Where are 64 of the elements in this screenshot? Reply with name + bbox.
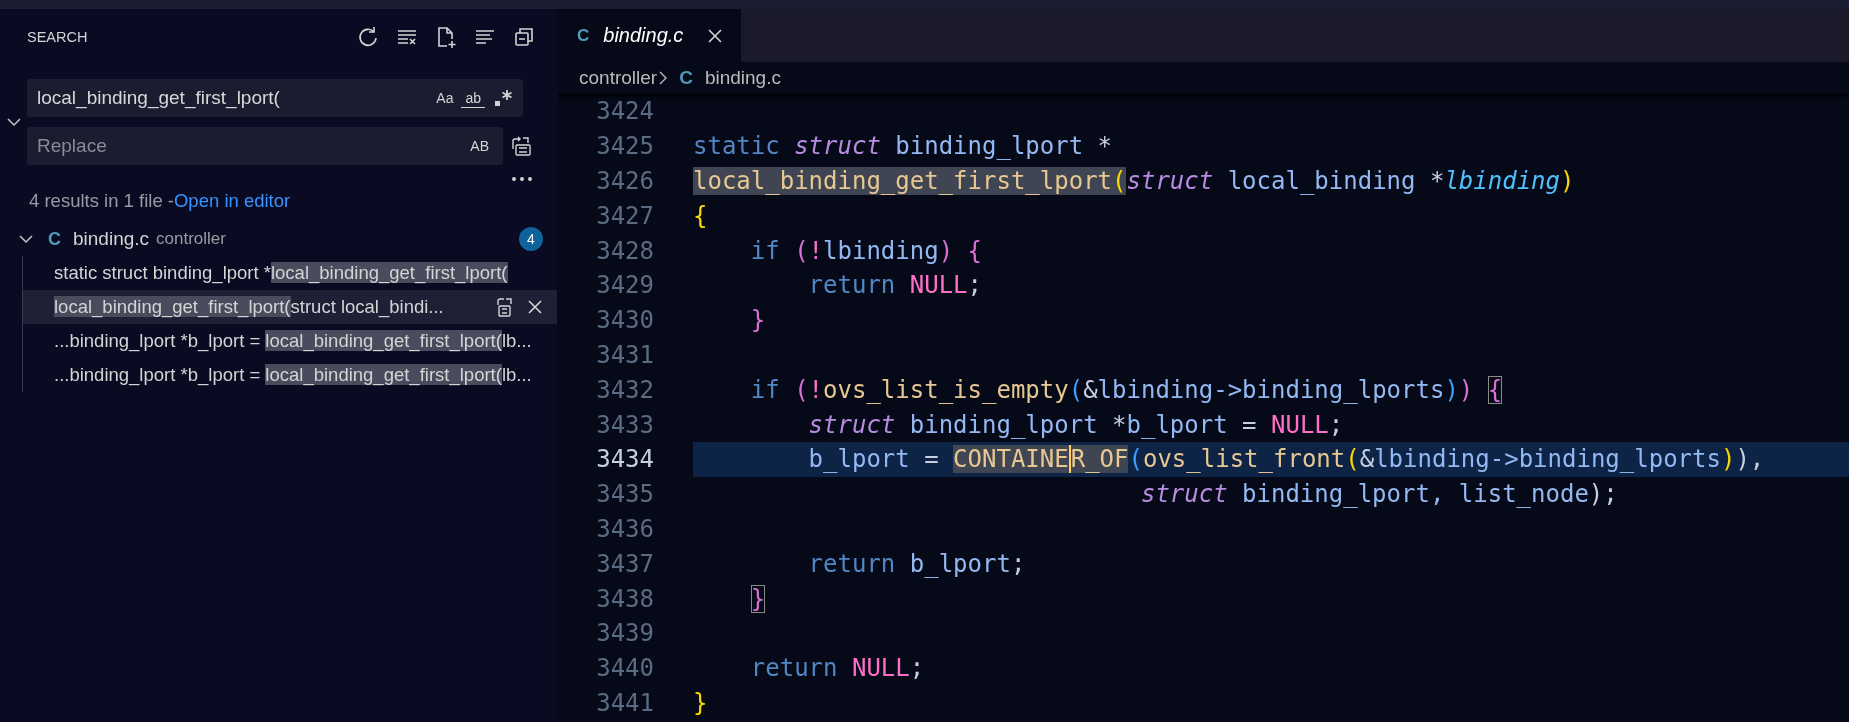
file-name: binding.c xyxy=(73,228,150,250)
result-row[interactable]: ...binding_lport *b_lport = local_binding_get_first_lport(lb... xyxy=(23,358,557,392)
code-line: if (!ovs_list_is_empty(&lbinding->binding_lports)) { xyxy=(749,374,1504,406)
search-field[interactable]: local_binding_get_first_lport( Aa ab xyxy=(27,79,523,117)
replace-field[interactable]: Replace AB xyxy=(27,127,503,165)
line-number: 3437 xyxy=(595,549,654,578)
results-summary: 4 results in 1 file - xyxy=(29,190,174,212)
code-line: } xyxy=(749,305,767,337)
breadcrumb-item[interactable]: binding.c xyxy=(704,67,781,89)
code-line: } xyxy=(693,687,709,719)
replace-icon[interactable] xyxy=(495,297,513,317)
code-line: local_binding_get_first_lport(struct local_binding *lbinding) xyxy=(693,165,1576,197)
result-row[interactable]: local_binding_get_first_lport(struct local_bindi... xyxy=(23,290,557,324)
line-number: 3433 xyxy=(595,410,654,439)
line-number: 3440 xyxy=(595,654,654,683)
code-line: } xyxy=(749,583,767,615)
new-file-icon[interactable] xyxy=(435,26,457,48)
result-row[interactable]: ...binding_lport *b_lport = local_binding_get_first_lport(lb... xyxy=(23,324,557,358)
result-text: ...binding_lport *b_lport = local_binding_get_first_lport(lb... xyxy=(54,364,533,386)
whole-word-toggle[interactable]: ab xyxy=(461,88,485,108)
line-number: 3431 xyxy=(595,340,654,369)
line-number: 3432 xyxy=(595,375,654,404)
line-number: 3430 xyxy=(595,306,654,335)
result-row[interactable]: static struct binding_lport *local_binding_get_first_lport( xyxy=(23,256,557,290)
refresh-icon[interactable] xyxy=(357,26,379,48)
collapse-all-icon[interactable] xyxy=(513,26,535,48)
line-number: 3425 xyxy=(595,132,654,161)
file-row[interactable]: C binding.c controller 4 xyxy=(0,222,557,256)
file-type-icon: C xyxy=(679,67,693,89)
editor-tab[interactable]: C binding.c xyxy=(557,9,742,62)
result-count-badge: 4 xyxy=(519,227,543,251)
result-text: static struct binding_lport *local_binding_get_first_lport( xyxy=(54,262,509,284)
line-number: 3428 xyxy=(595,236,654,265)
line-number: 3429 xyxy=(595,271,654,300)
regex-icon[interactable] xyxy=(493,88,513,108)
preserve-case-toggle[interactable]: AB xyxy=(466,136,493,156)
code-line: static struct binding_lport * xyxy=(693,131,1114,163)
panel-title: SEARCH xyxy=(27,29,89,45)
line-number: 3436 xyxy=(595,514,654,543)
result-text: ...binding_lport *b_lport = local_binding_get_first_lport(lb... xyxy=(54,330,533,352)
code-line: return NULL; xyxy=(749,653,926,685)
line-number: 3426 xyxy=(595,167,654,195)
line-number: 3439 xyxy=(595,619,654,648)
breadcrumb-item[interactable]: controller xyxy=(579,67,658,89)
code-line: { xyxy=(693,200,709,232)
open-in-editor-link[interactable]: Open in editor xyxy=(174,190,291,212)
close-icon[interactable] xyxy=(707,27,724,44)
line-number: 3434 xyxy=(595,445,654,474)
line-number: 3427 xyxy=(595,201,654,230)
line-number: 3438 xyxy=(595,584,654,613)
code-line: struct binding_lport *b_lport = NULL; xyxy=(807,409,1345,441)
code-line: if (!lbinding) { xyxy=(749,235,983,267)
code-line: return b_lport; xyxy=(807,548,1027,580)
result-text: local_binding_get_first_lport(struct local_bindi... xyxy=(54,296,445,318)
line-number: 3424 xyxy=(595,97,654,126)
code-line: struct binding_lport, list_node); xyxy=(1139,479,1619,511)
code-line: return NULL; xyxy=(807,270,983,302)
more-icon[interactable] xyxy=(510,176,533,182)
folder-name: controller xyxy=(156,229,227,249)
line-number: 3435 xyxy=(595,480,654,509)
match-case-toggle[interactable]: Aa xyxy=(432,88,458,108)
line-number: 3441 xyxy=(595,688,654,717)
file-type-icon: C xyxy=(48,228,61,250)
close-icon[interactable] xyxy=(527,299,543,315)
